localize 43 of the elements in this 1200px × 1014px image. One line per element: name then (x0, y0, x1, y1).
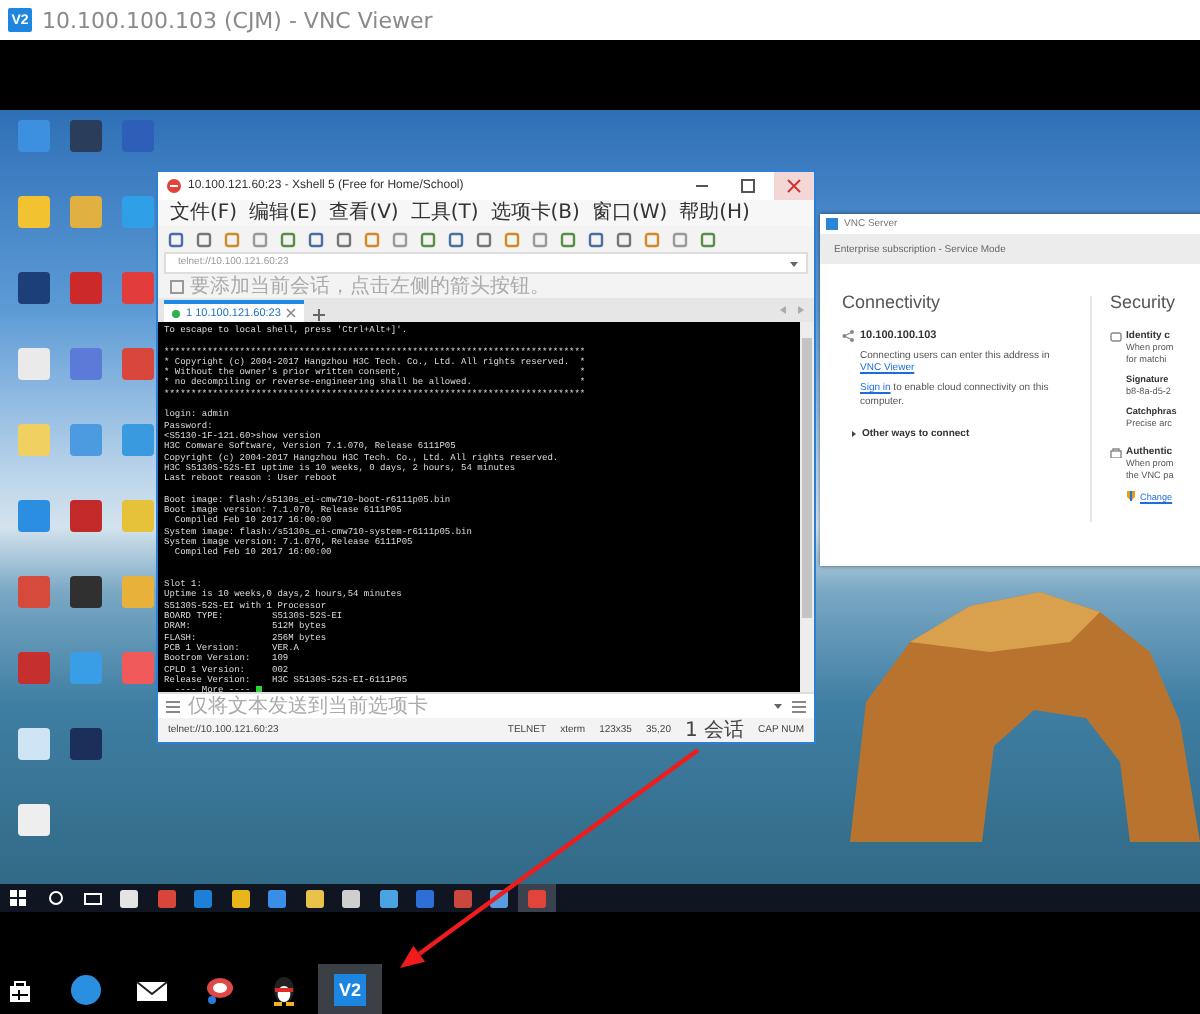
shopping-bag-icon[interactable] (6, 975, 34, 1003)
window-title: 10.100.100.103 (CJM) - VNC Viewer (42, 7, 433, 33)
share-icon (842, 330, 854, 342)
plus-icon[interactable] (312, 308, 327, 322)
app-logo[interactable]: V2 (334, 973, 366, 1005)
windows-icon[interactable] (10, 890, 27, 906)
menu-item[interactable]: 编辑(E) (249, 201, 318, 225)
bird-icon[interactable] (202, 973, 234, 1005)
dropdown-caret-icon[interactable] (772, 700, 784, 712)
app-logo-icon (166, 178, 182, 194)
menu-item[interactable]: 文件(F) (170, 201, 238, 225)
mail-icon[interactable] (136, 977, 168, 1001)
send-mode-label: 仅将文本发送到当前选项卡 (188, 693, 428, 720)
app-icon[interactable] (305, 889, 324, 907)
caret-icon[interactable] (850, 429, 858, 438)
app-icon[interactable] (120, 889, 139, 907)
scrollbar-thumb[interactable] (802, 338, 812, 618)
menu-item[interactable]: 帮助(H) (679, 201, 750, 225)
menu-icon[interactable] (166, 699, 180, 713)
session-hint: 要添加当前会话，点击左侧的箭头按钮。 (190, 273, 550, 300)
status-text: 1 会话 (684, 717, 745, 744)
menu-icon[interactable] (792, 699, 806, 713)
section-heading: Connectivity (842, 292, 943, 312)
penguin-icon[interactable] (270, 973, 298, 1005)
scroll-arrows-icon[interactable] (778, 304, 806, 316)
menu-item[interactable]: 选项卡(B) (490, 201, 580, 225)
menu-item[interactable]: 工具(T) (410, 201, 479, 225)
task-view-icon[interactable] (83, 891, 102, 905)
app-logo-icon (826, 218, 838, 230)
menu-item[interactable]: 查看(V) (329, 201, 399, 225)
shield-icon (1126, 490, 1136, 502)
close-icon[interactable] (286, 308, 297, 318)
menu-item[interactable]: 窗口(W) (591, 201, 668, 225)
app-icon[interactable] (379, 889, 398, 907)
lock-icon (1110, 446, 1122, 458)
session-icon (170, 279, 184, 293)
close-icon[interactable] (774, 172, 814, 200)
section-heading: Security (1110, 292, 1178, 312)
app-icon[interactable] (231, 889, 250, 907)
status-dot-icon (172, 309, 180, 317)
app-icon[interactable] (342, 889, 361, 907)
id-card-icon (1110, 331, 1122, 341)
search-icon[interactable] (47, 890, 64, 906)
